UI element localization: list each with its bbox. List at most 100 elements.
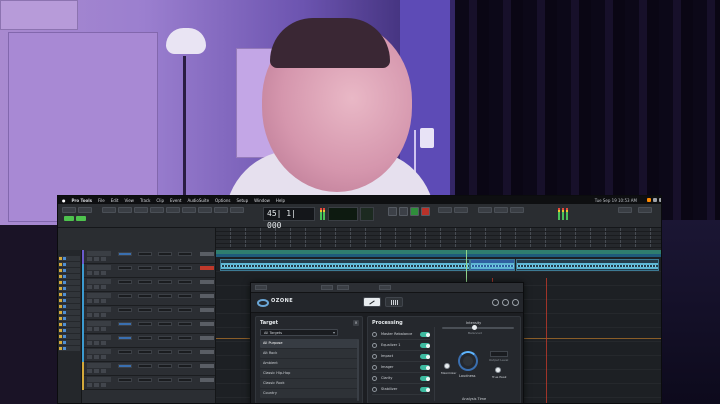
track-list-item[interactable] xyxy=(59,298,80,303)
volume-fader[interactable] xyxy=(200,266,214,270)
tool-button[interactable] xyxy=(182,207,196,213)
intensity-slider[interactable] xyxy=(442,327,514,329)
io-slot[interactable] xyxy=(178,266,192,270)
solo-button[interactable] xyxy=(94,383,99,387)
target-scrollbar[interactable] xyxy=(357,339,359,401)
send-slot[interactable] xyxy=(158,266,172,270)
tool-button[interactable] xyxy=(102,207,116,213)
track-list-item[interactable] xyxy=(59,310,80,315)
markers-ruler[interactable] xyxy=(216,244,661,248)
solo-button[interactable] xyxy=(94,341,99,345)
track-header[interactable] xyxy=(82,250,215,264)
send-slot[interactable] xyxy=(158,280,172,284)
target-item[interactable]: Alt Rock xyxy=(260,349,358,358)
insert-slot[interactable] xyxy=(118,252,132,256)
insert-slot[interactable] xyxy=(118,322,132,326)
settings-icon[interactable] xyxy=(502,299,509,306)
plugin-compare-button[interactable] xyxy=(321,285,333,290)
track-name[interactable] xyxy=(87,307,111,312)
record-button[interactable] xyxy=(421,207,430,216)
insert-slot[interactable] xyxy=(118,350,132,354)
module-toggle[interactable] xyxy=(420,354,430,359)
insert-slot[interactable] xyxy=(118,378,132,382)
volume-fader[interactable] xyxy=(200,336,214,340)
record-arm-button[interactable] xyxy=(87,271,92,275)
track-header[interactable] xyxy=(82,278,215,292)
io-slot[interactable] xyxy=(178,280,192,284)
insert-slot[interactable] xyxy=(118,364,132,368)
track-name[interactable] xyxy=(87,321,111,326)
menu-edit[interactable]: Edit xyxy=(111,198,119,203)
track-header[interactable] xyxy=(82,362,215,376)
menu-setup[interactable]: Setup xyxy=(236,198,248,203)
module-toggle[interactable] xyxy=(420,332,430,337)
module-row[interactable]: Equalizer 1 xyxy=(372,340,430,351)
menu-audiosuite[interactable]: AudioSuite xyxy=(187,198,209,203)
tool-button[interactable] xyxy=(150,207,164,213)
true-peak-toggle[interactable] xyxy=(495,367,501,373)
mute-button[interactable] xyxy=(101,299,106,303)
track-header[interactable] xyxy=(82,320,215,334)
track-name[interactable] xyxy=(87,363,111,368)
volume-fader[interactable] xyxy=(200,378,214,382)
track-name[interactable] xyxy=(87,293,111,298)
volume-fader[interactable] xyxy=(200,252,214,256)
audio-clip[interactable] xyxy=(470,259,515,271)
track-list-item[interactable] xyxy=(59,280,80,285)
target-dropdown[interactable]: All Targets ▾ xyxy=(260,329,338,336)
track-header[interactable] xyxy=(82,306,215,320)
module-row[interactable]: Master Rebalance xyxy=(372,329,430,340)
volume-fader[interactable] xyxy=(200,280,214,284)
io-slot[interactable] xyxy=(178,336,192,340)
track-name[interactable] xyxy=(87,279,111,284)
plugin-bypass-button[interactable] xyxy=(379,285,391,290)
menu-clock[interactable]: Tue Sep 19 10:53 AM xyxy=(595,198,641,203)
menu-help[interactable]: Help xyxy=(276,198,285,203)
insert-slot[interactable] xyxy=(118,308,132,312)
track-list-item[interactable] xyxy=(59,268,80,273)
track-list-item[interactable] xyxy=(59,322,80,327)
target-item[interactable]: All Purpose xyxy=(260,339,358,348)
menu-event[interactable]: Event xyxy=(170,198,181,203)
mute-button[interactable] xyxy=(101,257,106,261)
track-list-item[interactable] xyxy=(59,286,80,291)
track-name[interactable] xyxy=(87,349,111,354)
window-config-button[interactable] xyxy=(618,207,632,213)
solo-button[interactable] xyxy=(94,271,99,275)
send-slot[interactable] xyxy=(158,294,172,298)
menu-options[interactable]: Options xyxy=(215,198,230,203)
tool-button[interactable] xyxy=(134,207,148,213)
io-slot[interactable] xyxy=(178,294,192,298)
record-arm-button[interactable] xyxy=(87,313,92,317)
menu-view[interactable]: View xyxy=(124,198,134,203)
track-header[interactable] xyxy=(82,292,215,306)
send-slot[interactable] xyxy=(158,364,172,368)
help-icon[interactable] xyxy=(492,299,499,306)
track-list-item[interactable] xyxy=(59,346,80,351)
menu-clip[interactable]: Clip xyxy=(156,198,164,203)
insert-slot[interactable] xyxy=(118,294,132,298)
record-arm-button[interactable] xyxy=(87,285,92,289)
module-row[interactable]: Clarity xyxy=(372,373,430,384)
apple-icon[interactable]: ● xyxy=(62,198,66,203)
menu-window[interactable]: Window xyxy=(254,198,270,203)
record-arm-button[interactable] xyxy=(87,369,92,373)
send-slot[interactable] xyxy=(158,350,172,354)
record-arm-button[interactable] xyxy=(87,257,92,261)
mute-button[interactable] xyxy=(101,271,106,275)
solo-button[interactable] xyxy=(94,285,99,289)
insert-slot[interactable] xyxy=(138,336,152,340)
module-row[interactable]: Imager xyxy=(372,362,430,373)
mute-button[interactable] xyxy=(101,285,106,289)
shuffle-button[interactable] xyxy=(64,216,74,221)
track-name[interactable] xyxy=(87,377,111,382)
mute-button[interactable] xyxy=(101,341,106,345)
volume-fader[interactable] xyxy=(200,322,214,326)
solo-button[interactable] xyxy=(94,299,99,303)
nudge-button[interactable] xyxy=(230,207,244,213)
mute-button[interactable] xyxy=(101,355,106,359)
solo-button[interactable] xyxy=(94,327,99,331)
status-icon[interactable] xyxy=(659,198,661,202)
track-list-item[interactable] xyxy=(59,334,80,339)
record-arm-button[interactable] xyxy=(87,299,92,303)
